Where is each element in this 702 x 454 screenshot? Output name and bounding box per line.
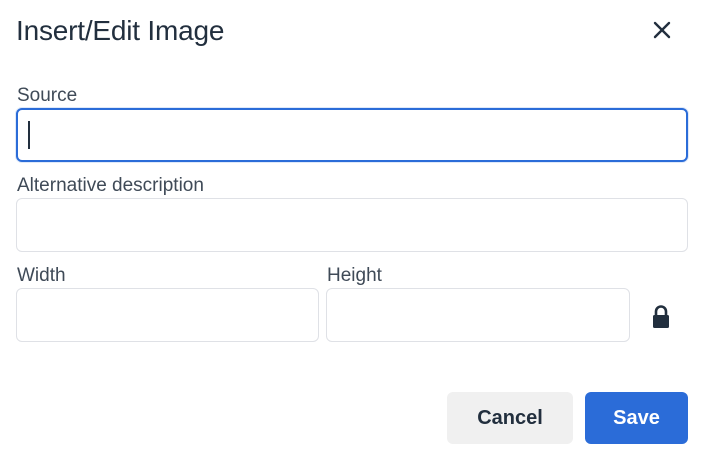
height-label: Height bbox=[327, 265, 382, 286]
alt-description-label: Alternative description bbox=[17, 175, 204, 196]
close-icon bbox=[653, 21, 671, 39]
insert-image-dialog: Insert/Edit Image Source Alternative des… bbox=[0, 0, 702, 454]
cancel-button[interactable]: Cancel bbox=[447, 392, 573, 444]
lock-icon bbox=[653, 305, 669, 328]
source-input[interactable] bbox=[16, 108, 688, 162]
constrain-proportions-toggle[interactable] bbox=[651, 304, 671, 330]
close-button[interactable] bbox=[646, 14, 678, 46]
width-label: Width bbox=[17, 265, 66, 286]
text-caret bbox=[28, 121, 30, 149]
dialog-title: Insert/Edit Image bbox=[16, 15, 225, 46]
source-label: Source bbox=[17, 85, 78, 106]
alt-description-input[interactable] bbox=[16, 198, 688, 252]
height-input[interactable] bbox=[326, 288, 630, 342]
width-input[interactable] bbox=[16, 288, 319, 342]
save-button[interactable]: Save bbox=[585, 392, 688, 444]
